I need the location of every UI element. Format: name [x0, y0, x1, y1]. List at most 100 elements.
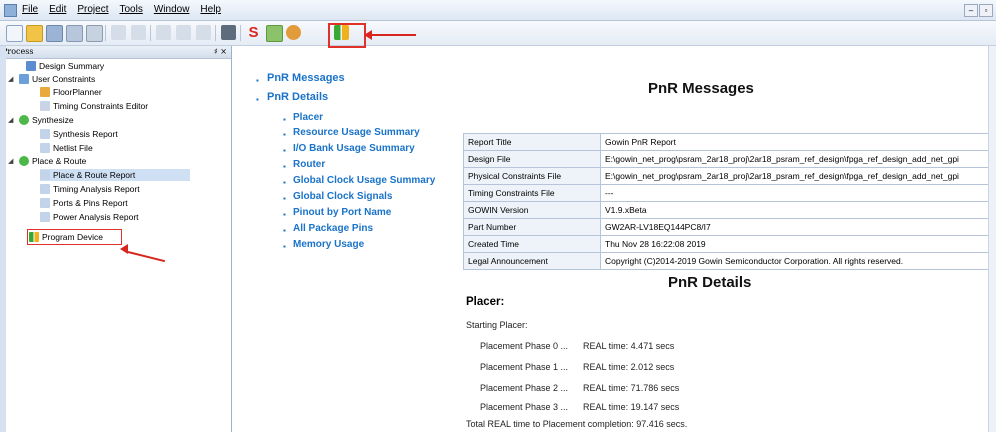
- tree-timing-analysis-report[interactable]: Timing Analysis Report: [40, 183, 140, 195]
- tree-ports-pins-report[interactable]: Ports & Pins Report: [40, 197, 128, 209]
- row-value: E:\gowin_net_prog\psram_2ar18_proj\2ar18…: [600, 150, 996, 168]
- success-check-icon: [19, 115, 29, 125]
- expand-triangle-icon[interactable]: ◢: [8, 116, 13, 124]
- menu-project[interactable]: Project: [77, 4, 108, 15]
- copy-icon[interactable]: [176, 25, 191, 40]
- bullet-icon: ▪: [283, 194, 286, 203]
- nav-router[interactable]: Router: [293, 159, 325, 170]
- menu-help[interactable]: Help: [200, 4, 221, 15]
- timing-editor-icon: [40, 101, 50, 111]
- constraints-icon[interactable]: [286, 25, 301, 40]
- report-icon: [40, 170, 50, 180]
- row-value: Gowin PnR Report: [600, 133, 996, 151]
- phase-label: Placement Phase 1 ...: [480, 362, 569, 372]
- print-icon[interactable]: [86, 25, 103, 42]
- nav-placer[interactable]: Placer: [293, 112, 323, 123]
- menu-edit[interactable]: Edit: [49, 4, 66, 15]
- success-check-icon: [19, 156, 29, 166]
- summary-icon: [26, 61, 36, 71]
- table-row: Legal Announcement Copyright (C)2014-2019…: [463, 252, 996, 270]
- synthesize-run-icon[interactable]: S: [246, 25, 261, 40]
- row-key: Created Time: [463, 235, 601, 253]
- nav-io-bank-usage-summary[interactable]: I/O Bank Usage Summary: [293, 143, 415, 154]
- pnr-messages-table: Report Title Gowin PnR Report Design File…: [463, 133, 996, 270]
- tree-label: FloorPlanner: [53, 87, 102, 97]
- minimize-icon[interactable]: –: [964, 4, 978, 17]
- report-icon: [40, 129, 50, 139]
- report-icon: [40, 212, 50, 222]
- menu-window[interactable]: Window: [154, 4, 190, 15]
- phase-label: Placement Phase 3 ...: [480, 402, 569, 412]
- bullet-icon: ▪: [283, 178, 286, 187]
- annotation-arrow-head-icon: [364, 30, 372, 40]
- menu-file[interactable]: File: [22, 4, 38, 15]
- menu-bar: File Edit Project Tools Window Help – ▫: [0, 0, 996, 21]
- nav-pnr-messages[interactable]: PnR Messages: [267, 72, 345, 84]
- tree-timing-constraints-editor[interactable]: Timing Constraints Editor: [40, 100, 148, 112]
- phase-label: Placement Phase 2 ...: [480, 383, 569, 393]
- constraints-folder-icon: [19, 74, 29, 84]
- vertical-scrollbar[interactable]: [988, 46, 996, 432]
- menu-items: File Edit Project Tools Window Help: [22, 4, 221, 15]
- tree-netlist-file[interactable]: Netlist File: [40, 142, 93, 154]
- open-folder-icon[interactable]: [26, 25, 43, 42]
- place-route-run-icon[interactable]: [266, 25, 283, 42]
- expand-triangle-icon[interactable]: ◢: [8, 75, 13, 83]
- row-value: V1.9.xBeta: [600, 201, 996, 219]
- nav-memory-usage[interactable]: Memory Usage: [293, 239, 364, 250]
- paste-icon[interactable]: [196, 25, 211, 40]
- row-key: Legal Announcement: [463, 252, 601, 270]
- nav-resource-usage-summary[interactable]: Resource Usage Summary: [293, 127, 420, 138]
- phase-time: REAL time: 19.147 secs: [583, 402, 680, 412]
- tree-place-route-report[interactable]: Place & Route Report: [40, 169, 190, 181]
- bullet-icon: ▪: [283, 162, 286, 171]
- row-value: ---: [600, 184, 996, 202]
- redo-icon[interactable]: [131, 25, 146, 40]
- tree-synthesis-report[interactable]: Synthesis Report: [40, 128, 118, 140]
- save-icon[interactable]: [46, 25, 63, 42]
- cut-icon[interactable]: [156, 25, 171, 40]
- toolbar: S: [0, 21, 996, 46]
- tree-label: Place & Route Report: [53, 170, 136, 180]
- tree-power-analysis-report[interactable]: Power Analysis Report: [40, 211, 139, 223]
- tree-label: Netlist File: [53, 143, 93, 153]
- restore-icon[interactable]: ▫: [979, 4, 993, 17]
- pnr-details-heading: PnR Details: [668, 274, 752, 291]
- tree-synthesize[interactable]: Synthesize: [19, 114, 74, 126]
- bullet-icon: ▪: [283, 130, 286, 139]
- file-icon: [40, 143, 50, 153]
- tree-label: Synthesize: [32, 115, 74, 125]
- table-row: Physical Constraints File E:\gowin_net_pr…: [463, 167, 996, 185]
- tree-label: Power Analysis Report: [53, 212, 139, 222]
- left-gutter: [0, 46, 6, 432]
- find-icon[interactable]: [221, 25, 236, 40]
- menu-tools[interactable]: Tools: [119, 4, 142, 15]
- phase-time: REAL time: 71.786 secs: [583, 383, 680, 393]
- tree-label: Design Summary: [39, 61, 105, 71]
- panel-controls[interactable]: ♯ ×: [214, 46, 227, 58]
- row-value: Copyright (C)2014-2019 Gowin Semiconduct…: [600, 252, 996, 270]
- undo-icon[interactable]: [111, 25, 126, 40]
- expand-triangle-icon[interactable]: ◢: [8, 157, 13, 165]
- table-row: Timing Constraints File ---: [463, 184, 996, 202]
- table-row: Part Number GW2AR-LV18EQ144PC8/I7: [463, 218, 996, 236]
- tree-user-constraints[interactable]: User Constraints: [19, 73, 95, 85]
- save-all-icon[interactable]: [66, 25, 83, 42]
- tree-place-route[interactable]: Place & Route: [19, 155, 86, 167]
- tree-label: Synthesis Report: [53, 129, 118, 139]
- row-key: Design File: [463, 150, 601, 168]
- nav-pnr-details[interactable]: PnR Details: [267, 91, 328, 103]
- nav-global-clock-signals[interactable]: Global Clock Signals: [293, 191, 392, 202]
- row-key: GOWIN Version: [463, 201, 601, 219]
- tree-floorplanner[interactable]: FloorPlanner: [40, 86, 102, 98]
- bullet-icon: ▪: [283, 146, 286, 155]
- row-value: E:\gowin_net_prog\psram_2ar18_proj\2ar18…: [600, 167, 996, 185]
- phase-time: REAL time: 4.471 secs: [583, 341, 675, 351]
- nav-global-clock-usage-summary[interactable]: Global Clock Usage Summary: [293, 175, 435, 186]
- nav-all-package-pins[interactable]: All Package Pins: [293, 223, 373, 234]
- tree-design-summary[interactable]: Design Summary: [26, 60, 104, 72]
- new-file-icon[interactable]: [6, 25, 23, 42]
- nav-pinout-by-port-name[interactable]: Pinout by Port Name: [293, 207, 391, 218]
- report-icon: [40, 184, 50, 194]
- bullet-icon: ▪: [283, 242, 286, 251]
